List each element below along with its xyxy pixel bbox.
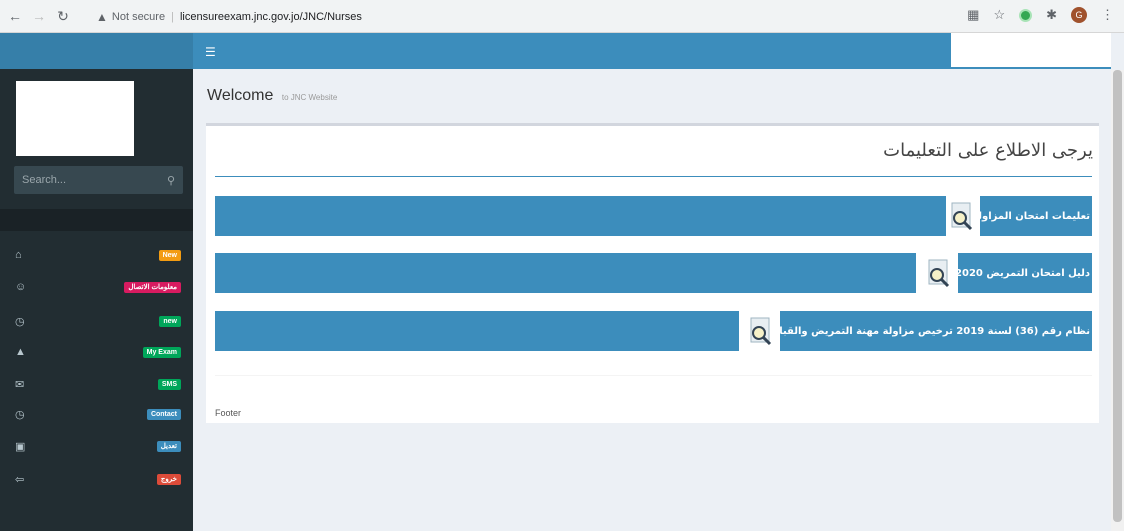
row-label-1[interactable]: تعليمات امتحان المزاولة <box>980 196 1092 236</box>
scrollbar[interactable] <box>1111 70 1124 531</box>
menu-badge: SMS <box>157 378 181 390</box>
hamburger-icon[interactable]: ☰ <box>205 45 216 59</box>
row-bar-3[interactable] <box>215 311 739 351</box>
car-icon: ▲ <box>15 346 26 358</box>
signout-icon: ⇦ <box>15 473 25 486</box>
forward-icon[interactable]: → <box>30 7 48 25</box>
menu-badge: معلومات الاتصال <box>124 281 181 293</box>
sidebar-menu-item[interactable]: ◷ new <box>0 305 193 337</box>
address-separator: | <box>171 10 174 23</box>
menu-dots-icon[interactable]: ⋮ <box>1101 7 1114 23</box>
browser-actions: ▦ ☆ ✱ G ⋮ <box>967 7 1114 23</box>
menu-badge: new <box>159 315 181 327</box>
lock-icon: ▣ <box>15 440 26 453</box>
navbar-right <box>951 33 1111 69</box>
magnifier-icon[interactable] <box>745 311 777 351</box>
browser-toolbar: ← → ↻ ▲ Not secure | licensureexam.jnc.g… <box>0 0 1124 33</box>
reload-icon[interactable]: ↻ <box>54 7 72 25</box>
sidebar-menu-item[interactable]: ⌂ New <box>0 239 193 271</box>
puzzle-icon[interactable]: ✱ <box>1046 7 1057 23</box>
instructions-box: يرجى الاطلاع على التعليمات تعليمات امتحا… <box>206 123 1099 423</box>
user-icon: ☺ <box>15 281 27 293</box>
top-navbar: ☰ <box>193 33 951 69</box>
row-label-2[interactable]: دليل امتحان التمريض 2020 <box>958 253 1092 293</box>
sidebar-menu-item[interactable]: ◷ Contact <box>0 398 193 430</box>
magnifier-icon[interactable] <box>946 196 978 236</box>
box-footer: Footer <box>215 408 242 418</box>
home-icon: ⌂ <box>15 249 22 261</box>
menu-badge: Contact <box>146 408 181 420</box>
title-divider <box>215 176 1092 177</box>
search-input[interactable]: Search... <box>22 174 66 186</box>
address-bar[interactable]: ▲ Not secure | licensureexam.jnc.gov.jo/… <box>96 6 916 27</box>
security-label: Not secure <box>111 10 166 23</box>
sidebar-menu-item[interactable]: ⇦ خروج <box>0 463 193 495</box>
translate-icon[interactable]: ▦ <box>967 7 979 23</box>
clock-icon: ◷ <box>15 408 25 421</box>
row-bar-2[interactable] <box>215 253 916 293</box>
url-text: licensureexam.jnc.gov.jo/JNC/Nurses <box>179 10 362 23</box>
sidebar-menu-item[interactable]: ✉ SMS <box>0 368 193 400</box>
extension-icon[interactable] <box>1019 8 1033 22</box>
envelope-icon: ✉ <box>15 378 25 391</box>
sidebar-menu-item[interactable]: ▣ تعديل <box>0 430 193 462</box>
scrollbar-thumb[interactable] <box>1113 70 1122 522</box>
welcome-text: Welcome <box>207 87 274 104</box>
row-bar-1[interactable] <box>215 196 946 236</box>
nav-header <box>0 209 193 231</box>
menu-badge: خروج <box>156 473 181 485</box>
profile-avatar[interactable]: G <box>1071 7 1087 23</box>
logo-bar[interactable] <box>0 33 193 69</box>
warning-icon: ▲ <box>96 9 108 24</box>
sidebar-menu-item[interactable]: ▲ My Exam <box>0 336 193 368</box>
footer-divider <box>215 375 1092 376</box>
bookmark-star-icon[interactable]: ☆ <box>993 7 1005 23</box>
menu-badge: New <box>158 249 181 261</box>
welcome-subtitle: to JNC Website <box>281 93 338 102</box>
sidebar: Search... ⚲ ⌂ New ☺ معلومات الاتصال ◷ new ▲ My … <box>0 33 193 531</box>
box-title: يرجى الاطلاع على التعليمات <box>883 140 1093 161</box>
user-image <box>16 81 134 156</box>
menu-badge: تعديل <box>156 440 181 452</box>
clock-icon: ◷ <box>15 315 25 328</box>
menu-badge: My Exam <box>142 346 181 358</box>
magnifier-icon[interactable] <box>923 253 955 293</box>
page-title: Welcome to JNC Website <box>207 87 337 105</box>
sidebar-search[interactable]: Search... ⚲ <box>14 166 183 194</box>
sidebar-menu-item[interactable]: ☺ معلومات الاتصال <box>0 271 193 303</box>
search-icon[interactable]: ⚲ <box>167 174 175 187</box>
back-icon[interactable]: ← <box>6 7 24 25</box>
row-label-3[interactable]: نظام رقم (36) لسنة 2019 ترخيص مزاولة مهن… <box>780 311 1092 351</box>
